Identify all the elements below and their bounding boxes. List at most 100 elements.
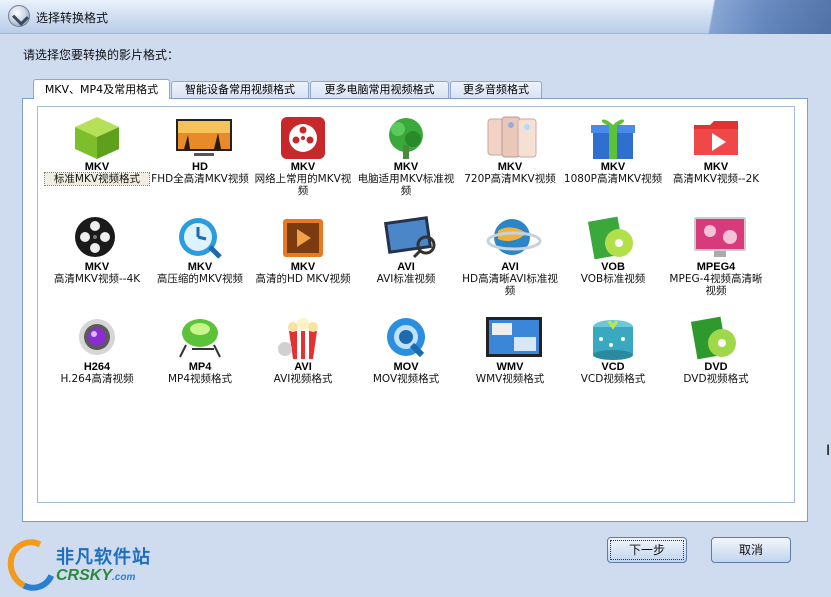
format-label: 标准MKV视频格式	[44, 172, 150, 186]
format-label: MPEG-4视频高清晰视频	[669, 273, 763, 297]
text-cursor-icon: I	[826, 443, 831, 459]
title-bar: 选择转换格式	[0, 0, 831, 34]
film-reel-black-icon	[71, 215, 123, 261]
tv-icon	[174, 115, 232, 161]
format-name: MKV	[703, 161, 729, 173]
logo-en-text: CRSKY.com	[56, 567, 135, 585]
tab-smart-devices[interactable]: 智能设备常用视频格式	[171, 81, 309, 99]
format-label: FHD全高清MKV视频	[151, 173, 249, 185]
cancel-button[interactable]: 取消	[711, 537, 791, 563]
format-name: MKV	[290, 261, 316, 273]
format-label: 电脑适用MKV标准视频	[357, 173, 455, 197]
green-disc-case-icon	[587, 215, 639, 261]
format-panel: MKV 标准MKV视频格式 HD FHD全高清MKV视频 MKV 网络上常用的MKV视频 M…	[22, 98, 808, 522]
format-label: VOB标准视频	[580, 273, 646, 285]
format-item-wmv[interactable]: WMV WMV视频格式	[458, 315, 562, 385]
format-item-hd[interactable]: HD FHD全高清MKV视频	[148, 115, 252, 185]
format-name: VCD	[601, 361, 625, 373]
format-name: MKV	[497, 161, 523, 173]
format-name: MOV	[393, 361, 419, 373]
format-item-vcd[interactable]: VCD VCD视频格式	[561, 315, 665, 385]
tab-more-pc-formats[interactable]: 更多电脑常用视频格式	[310, 81, 449, 99]
green-tree-icon	[380, 115, 432, 161]
format-item-mkv[interactable]: MKV 高清MKV视频--4K	[45, 215, 149, 285]
app-back-icon[interactable]	[8, 5, 30, 27]
format-name: MP4	[188, 361, 212, 373]
format-item-dvd[interactable]: DVD DVD视频格式	[664, 315, 768, 385]
format-label: 高清MKV视频--4K	[53, 273, 141, 285]
instruction-text: 请选择您要转换的影片格式：	[23, 48, 180, 62]
format-label: AVI标准视频	[376, 273, 436, 285]
format-label: HD高清晰AVI标准视频	[462, 273, 558, 297]
green-box-icon	[71, 115, 123, 161]
format-name: MKV	[290, 161, 316, 173]
format-name: MKV	[187, 261, 213, 273]
windows-screen-icon	[484, 315, 542, 361]
format-label: 720P高清MKV视频	[464, 173, 556, 185]
format-item-mkv[interactable]: MKV 标准MKV视频格式	[44, 115, 150, 186]
format-name: AVI	[294, 361, 312, 373]
format-item-avi[interactable]: AVI AVI视频格式	[251, 315, 355, 385]
format-name: MKV	[600, 161, 626, 173]
logo-swirl-icon	[0, 532, 64, 597]
green-dvd-case-icon	[690, 315, 742, 361]
title-decoration	[661, 0, 831, 34]
format-label: 网络上常用的MKV视频	[254, 173, 352, 197]
blue-clock-icon	[174, 215, 226, 261]
monitor-magnifier-icon	[380, 215, 436, 261]
format-label: MP4视频格式	[167, 373, 233, 385]
format-name: WMV	[496, 361, 524, 373]
format-item-mkv[interactable]: MKV 高清的HD MKV视频	[251, 215, 355, 285]
globe-ring-icon	[484, 215, 542, 261]
format-label: 高压缩的MKV视频	[156, 273, 244, 285]
logo-en-name: CRSKY	[56, 567, 113, 584]
format-item-h264[interactable]: H264 H.264高清视频	[45, 315, 149, 385]
red-play-folder-icon	[690, 115, 742, 161]
logo-domain: .com	[112, 572, 136, 583]
format-item-mov[interactable]: MOV MOV视频格式	[354, 315, 458, 385]
format-label: 高清的HD MKV视频	[255, 273, 351, 285]
format-name: AVI	[501, 261, 519, 273]
format-item-mkv[interactable]: MKV 电脑适用MKV标准视频	[354, 115, 458, 197]
format-name: HD	[192, 161, 208, 173]
tab-mkv-mp4-common[interactable]: MKV、MP4及常用格式	[33, 79, 170, 99]
format-item-mpeg4[interactable]: MPEG4 MPEG-4视频高清晰视频	[664, 215, 768, 297]
format-label: H.264高清视频	[60, 373, 134, 385]
logo-cn-text: 非凡软件站	[56, 547, 151, 568]
format-label: DVD视频格式	[683, 373, 749, 385]
format-item-mkv[interactable]: MKV 720P高清MKV视频	[458, 115, 562, 185]
format-name: VOB	[601, 261, 625, 273]
format-item-avi[interactable]: AVI AVI标准视频	[354, 215, 458, 285]
format-name: MKV	[84, 161, 110, 173]
format-name: MKV	[84, 261, 110, 273]
next-button[interactable]: 下一步	[607, 537, 687, 563]
teal-gift-box-icon	[587, 315, 639, 361]
tab-more-audio-formats[interactable]: 更多音频格式	[450, 81, 542, 99]
window-title: 选择转换格式	[36, 11, 109, 25]
format-name: DVD	[704, 361, 728, 373]
format-name: H264	[83, 361, 111, 373]
format-item-mkv[interactable]: MKV 高压缩的MKV视频	[148, 215, 252, 285]
phones-icon	[484, 115, 537, 161]
quicktime-icon	[380, 315, 432, 361]
film-reel-red-icon	[277, 115, 329, 161]
format-label: VCD视频格式	[580, 373, 646, 385]
format-label: 1080P高清MKV视频	[563, 173, 663, 185]
format-grid-container: MKV 标准MKV视频格式 HD FHD全高清MKV视频 MKV 网络上常用的MKV视频 M…	[37, 106, 795, 503]
purple-orb-icon	[71, 315, 123, 361]
format-item-mkv[interactable]: MKV 1080P高清MKV视频	[561, 115, 665, 185]
format-name: MPEG4	[696, 261, 736, 273]
format-name: AVI	[397, 261, 415, 273]
format-item-mp4[interactable]: MP4 MP4视频格式	[148, 315, 252, 385]
orange-play-icon	[277, 215, 329, 261]
popcorn-icon	[277, 315, 329, 361]
format-label: 高清MKV视频--2K	[672, 173, 760, 185]
format-item-avi[interactable]: AVI HD高清晰AVI标准视频	[458, 215, 562, 297]
format-label: AVI视频格式	[273, 373, 333, 385]
green-lamp-icon	[174, 315, 226, 361]
pink-monitor-icon	[690, 215, 746, 261]
format-item-mkv[interactable]: MKV 高清MKV视频--2K	[664, 115, 768, 185]
format-item-vob[interactable]: VOB VOB标准视频	[561, 215, 665, 285]
format-item-mkv[interactable]: MKV 网络上常用的MKV视频	[251, 115, 355, 197]
format-name: MKV	[393, 161, 419, 173]
